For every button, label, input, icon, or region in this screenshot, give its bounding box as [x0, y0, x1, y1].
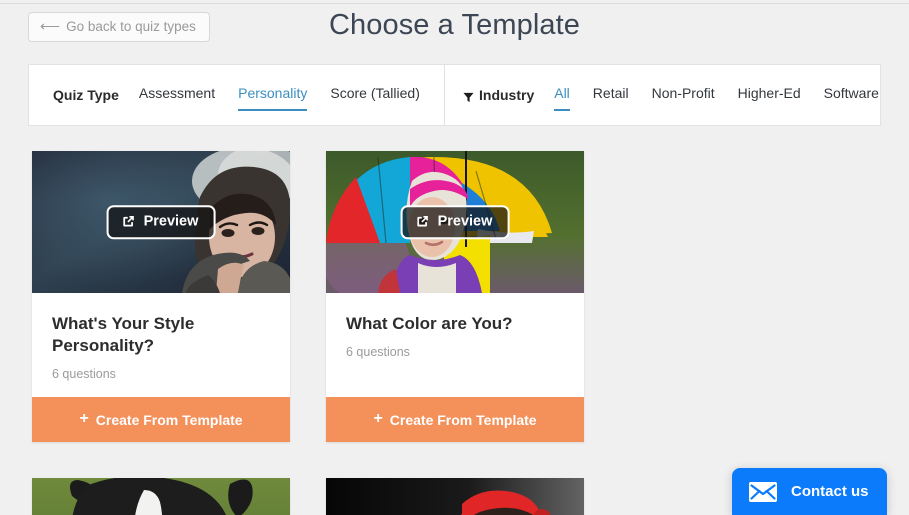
card-thumbnail: Preview	[32, 478, 290, 515]
industry-label-text: Industry	[479, 87, 535, 103]
quiz-type-label: Quiz Type	[53, 87, 119, 103]
card-question-count: 6 questions	[52, 367, 116, 382]
plus-icon: +	[79, 409, 89, 427]
page-header: ⟵ Go back to quiz types Choose a Templat…	[0, 0, 909, 64]
industry-filter-group: Industry All Retail Non-Profit Higher-Ed…	[445, 65, 879, 125]
quiz-type-filter-group: Quiz Type Assessment Personality Score (…	[29, 65, 444, 125]
card-body: What's Your Style Personality? 6 questio…	[32, 293, 290, 397]
template-card[interactable]: Preview What's Your Style Personality? 6…	[32, 151, 290, 443]
tab-assessment[interactable]: Assessment	[139, 79, 215, 111]
thumbnail-image-red-headphones	[326, 478, 584, 515]
envelope-icon	[749, 481, 777, 502]
template-card[interactable]: Preview What Color are You? 6 questions …	[326, 151, 584, 443]
filter-industry-software[interactable]: Software	[824, 79, 879, 111]
filter-industry-non-profit[interactable]: Non-Profit	[652, 79, 715, 111]
funnel-icon	[463, 90, 474, 102]
filter-bar: Quiz Type Assessment Personality Score (…	[28, 64, 881, 126]
plus-icon: +	[373, 409, 383, 427]
card-thumbnail: Preview	[32, 151, 290, 293]
thumbnail-image-puppy	[32, 478, 290, 515]
external-link-icon	[416, 215, 430, 229]
card-title: What's Your Style Personality?	[52, 314, 195, 356]
template-grid: Preview What's Your Style Personality? 6…	[32, 151, 877, 515]
template-card[interactable]: Preview What Kind of Animal are You? 6 q…	[32, 478, 290, 515]
card-thumbnail: Preview	[326, 478, 584, 515]
industry-label: Industry	[463, 87, 534, 103]
preview-button[interactable]: Preview	[106, 205, 216, 239]
create-from-template-label: Create From Template	[389, 411, 537, 428]
preview-label: Preview	[437, 213, 493, 230]
card-thumbnail: Preview	[326, 151, 584, 293]
page-title: Choose a Template	[328, 9, 581, 41]
create-from-template-button[interactable]: + Create From Template	[32, 397, 290, 443]
filter-industry-higher-ed[interactable]: Higher-Ed	[738, 79, 801, 111]
card-body: What Color are You? 6 questions	[326, 293, 584, 397]
contact-us-label: Contact us	[791, 483, 869, 500]
card-title: What Color are You?	[346, 314, 513, 333]
filter-industry-all[interactable]: All	[554, 79, 570, 111]
contact-us-widget[interactable]: Contact us	[732, 468, 887, 515]
template-card[interactable]: Preview + Create From Template	[326, 478, 584, 515]
external-link-icon	[122, 215, 136, 229]
tab-personality[interactable]: Personality	[238, 79, 308, 111]
preview-button[interactable]: Preview	[400, 205, 510, 239]
tab-score-tallied[interactable]: Score (Tallied)	[330, 79, 419, 111]
card-question-count: 6 questions	[346, 345, 410, 360]
create-from-template-button[interactable]: + Create From Template	[326, 397, 584, 443]
create-from-template-label: Create From Template	[95, 411, 243, 428]
filter-industry-retail[interactable]: Retail	[593, 79, 629, 111]
preview-label: Preview	[143, 213, 199, 230]
